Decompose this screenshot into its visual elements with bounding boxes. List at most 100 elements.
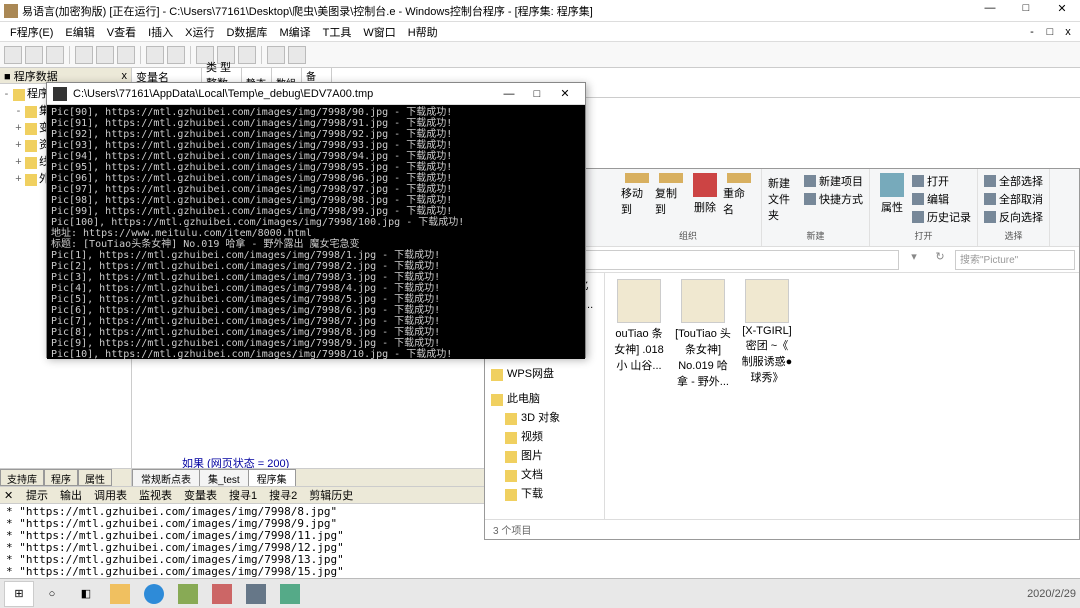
out-tab-call[interactable]: 调用表 <box>94 487 127 503</box>
folder-thumb-icon <box>681 279 725 323</box>
inner-minimize[interactable]: - <box>1024 26 1040 38</box>
menu-view[interactable]: V查看 <box>101 22 142 42</box>
taskbar-app3[interactable] <box>240 581 272 607</box>
nav-item[interactable]: 3D 对象 <box>489 409 600 428</box>
console-close[interactable]: ✕ <box>551 87 579 100</box>
folder-icon <box>505 432 517 444</box>
tab-settest[interactable]: 集_test <box>199 469 249 486</box>
deselect-button[interactable]: 全部取消 <box>984 191 1043 207</box>
folder-icon <box>25 106 37 118</box>
file-item[interactable]: [X-TGIRL] 密团 ~《 制服诱惑● 球秀》 <box>739 279 795 385</box>
file-grid[interactable]: ouTiao 条女神] .018 小 山谷...[TouTiao 头条女神] N… <box>605 273 1079 519</box>
left-close-icon[interactable]: x <box>122 70 128 82</box>
nav-item[interactable]: 视频 <box>489 428 600 447</box>
inner-maximize[interactable]: □ <box>1042 26 1058 38</box>
tb-stop[interactable] <box>238 46 256 64</box>
tb-save[interactable] <box>46 46 64 64</box>
out-tab-output[interactable]: 输出 <box>60 487 82 503</box>
newfolder-button[interactable]: 新建文件夹 <box>768 173 800 217</box>
selectall-button[interactable]: 全部选择 <box>984 173 1043 189</box>
menu-window[interactable]: W窗口 <box>357 22 401 42</box>
tb-sep <box>261 46 262 64</box>
taskbar-edge[interactable] <box>138 581 170 607</box>
delete-icon <box>693 173 717 197</box>
properties-button[interactable]: 属性 <box>876 173 908 217</box>
taskbar-explorer[interactable] <box>104 581 136 607</box>
console-body[interactable]: Pic[90], https://mtl.gzhuibei.com/images… <box>47 105 585 359</box>
folder-icon <box>491 394 503 406</box>
file-item[interactable]: ouTiao 条女神] .018 小 山谷... <box>611 279 667 373</box>
edit-button[interactable]: 编辑 <box>912 191 971 207</box>
system-tray[interactable]: 2020/2/29 <box>1027 588 1076 600</box>
out-tab-watch[interactable]: 监视表 <box>139 487 172 503</box>
console-max[interactable]: □ <box>523 88 551 100</box>
menu-compile[interactable]: M编译 <box>273 22 316 42</box>
console-min[interactable]: — <box>495 88 523 100</box>
refresh-icon[interactable]: ↻ <box>929 250 951 270</box>
taskbar-app2[interactable] <box>206 581 238 607</box>
out-tab-hint[interactable]: 提示 <box>26 487 48 503</box>
out-tab-s2[interactable]: 搜寻2 <box>269 487 297 503</box>
tab-breakpoints[interactable]: 常规断点表 <box>132 469 200 486</box>
out-tab-s1[interactable]: 搜寻1 <box>229 487 257 503</box>
tb-step[interactable] <box>267 46 285 64</box>
invert-button[interactable]: 反向选择 <box>984 209 1043 225</box>
start-button[interactable]: ⊞ <box>4 581 34 607</box>
ribbon-organize: 移动到 复制到 删除 重命名 组织 <box>615 169 762 246</box>
moveto-button[interactable]: 移动到 <box>621 173 653 217</box>
tb-new[interactable] <box>4 46 22 64</box>
newitem-button[interactable]: 新建项目 <box>804 173 863 189</box>
menu-program[interactable]: F程序(E) <box>4 22 59 42</box>
tb-cut[interactable] <box>75 46 93 64</box>
shortcut-icon <box>804 193 816 205</box>
tb-redo[interactable] <box>167 46 185 64</box>
folder-icon <box>25 157 37 169</box>
menu-help[interactable]: H帮助 <box>402 22 444 42</box>
search-icon[interactable]: ○ <box>36 581 68 607</box>
shortcut-button[interactable]: 快捷方式 <box>804 191 863 207</box>
folder-icon <box>13 89 25 101</box>
tb-stepinto[interactable] <box>288 46 306 64</box>
minimize-button[interactable]: — <box>976 2 1004 20</box>
out-tab-var[interactable]: 变量表 <box>184 487 217 503</box>
taskbar-app4[interactable] <box>274 581 306 607</box>
out-tab-clip[interactable]: 剪辑历史 <box>309 487 353 503</box>
copyto-button[interactable]: 复制到 <box>655 173 687 217</box>
folder-icon <box>505 489 517 501</box>
output-close-icon[interactable]: ✕ <box>4 489 14 502</box>
dropdown-icon[interactable]: ▾ <box>903 250 925 270</box>
file-item[interactable]: [TouTiao 头条女神] No.019 哈 拿 - 野外... <box>675 279 731 389</box>
nav-item[interactable]: 此电脑 <box>489 390 600 409</box>
tb-paste[interactable] <box>117 46 135 64</box>
search-input[interactable]: 搜索"Picture" <box>955 250 1075 270</box>
taskbar-app1[interactable] <box>172 581 204 607</box>
folder-icon <box>505 413 517 425</box>
rename-button[interactable]: 重命名 <box>723 173 755 217</box>
open-button[interactable]: 打开 <box>912 173 971 189</box>
cortana-icon[interactable]: ◧ <box>70 581 102 607</box>
menu-edit[interactable]: E编辑 <box>59 22 100 42</box>
tab-programset[interactable]: 程序集 <box>248 469 296 486</box>
tb-copy[interactable] <box>96 46 114 64</box>
nav-item[interactable]: 图片 <box>489 447 600 466</box>
folder-thumb-icon <box>617 279 661 323</box>
nav-item[interactable]: 下载 <box>489 485 600 504</box>
tab-property[interactable]: 属性 <box>78 469 112 486</box>
close-button[interactable]: ✕ <box>1048 2 1076 20</box>
delete-button[interactable]: 删除 <box>689 173 721 217</box>
nav-item[interactable]: 文档 <box>489 466 600 485</box>
inner-close[interactable]: x <box>1060 26 1076 38</box>
menu-insert[interactable]: I插入 <box>142 22 179 42</box>
console-titlebar[interactable]: C:\Users\77161\AppData\Local\Temp\e_debu… <box>47 83 585 105</box>
history-button[interactable]: 历史记录 <box>912 209 971 225</box>
menu-tools[interactable]: T工具 <box>317 22 358 42</box>
menu-database[interactable]: D数据库 <box>220 22 273 42</box>
tb-undo[interactable] <box>146 46 164 64</box>
tb-open[interactable] <box>25 46 43 64</box>
folder-icon <box>25 123 37 135</box>
nav-item[interactable]: WPS网盘 <box>489 365 600 384</box>
tab-support[interactable]: 支持库 <box>0 469 44 486</box>
maximize-button[interactable]: □ <box>1012 2 1040 20</box>
menu-run[interactable]: X运行 <box>179 22 220 42</box>
tab-program[interactable]: 程序 <box>44 469 78 486</box>
